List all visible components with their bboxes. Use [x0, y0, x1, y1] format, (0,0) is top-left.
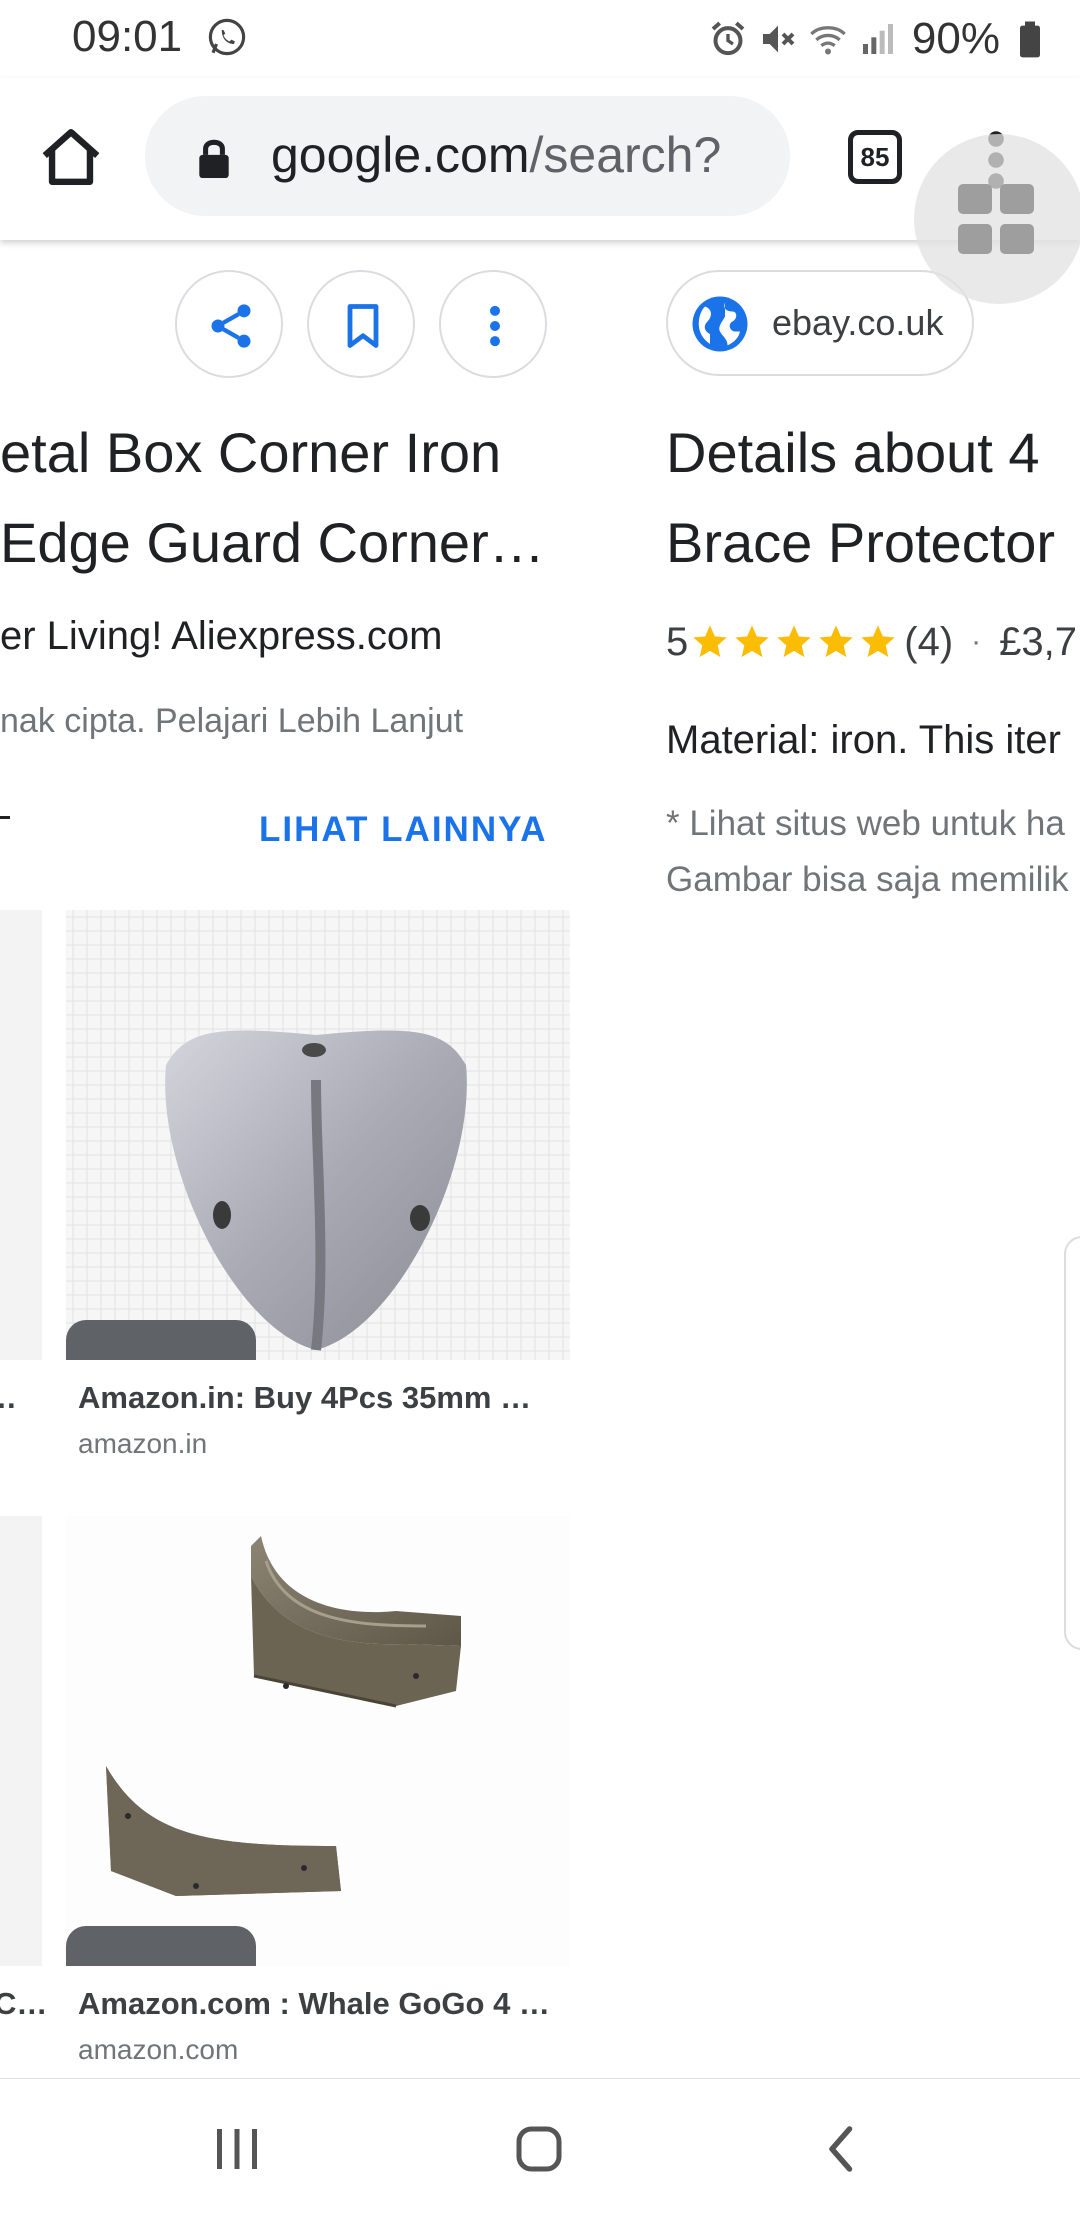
- review-count: (4): [904, 619, 954, 664]
- url-domain: google.com: [271, 127, 530, 183]
- related-title-partial[interactable]: C…: [0, 1986, 47, 2022]
- price: £3,7: [999, 619, 1077, 664]
- related-title[interactable]: Amazon.com : Whale GoGo 4 …: [78, 1986, 550, 2022]
- result-title-line-1[interactable]: Details about 4: [666, 420, 1040, 485]
- result-source[interactable]: er Living! Aliexpress.com: [0, 614, 442, 659]
- result-title-line-2[interactable]: Brace Protector: [666, 510, 1055, 575]
- disclaimer-line-1: * Lihat situs web untuk ha: [666, 804, 1065, 843]
- star-rating: [688, 622, 898, 662]
- apps-grid-square: [958, 224, 992, 254]
- card-menu-button[interactable]: [439, 270, 547, 378]
- star-icon: [735, 625, 769, 657]
- home-nav-icon[interactable]: [509, 2119, 569, 2179]
- result-title-line-2[interactable]: Edge Guard Corner…: [0, 510, 545, 575]
- rating-value: 5: [666, 619, 689, 664]
- floating-apps-button[interactable]: [914, 134, 1080, 304]
- see-more-link[interactable]: LIHAT LAINNYA: [259, 810, 548, 850]
- url-text[interactable]: google.com/search?: [271, 126, 721, 184]
- alarm-icon: [711, 21, 745, 56]
- share-button[interactable]: [175, 270, 283, 378]
- more-options-icon: [490, 305, 500, 347]
- lock-icon: [199, 139, 229, 178]
- apps-grid-square: [1000, 224, 1034, 254]
- battery-icon: [1020, 21, 1040, 58]
- product-badge: [66, 1926, 256, 1966]
- rating-row: 5 (4) · £3,7: [666, 612, 1077, 672]
- apps-grid-square: [1000, 184, 1034, 214]
- star-icon: [819, 625, 853, 657]
- source-chip-ebay[interactable]: ebay.co.uk: [666, 270, 974, 376]
- copyright-note: nak cipta. Pelajari Lebih Lanjut: [0, 702, 464, 740]
- result-description: Material: iron. This iter: [666, 718, 1061, 762]
- result-title-line-1[interactable]: etal Box Corner Iron: [0, 420, 501, 485]
- truncated-text: [0, 816, 10, 819]
- source-label: ebay.co.uk: [772, 302, 944, 343]
- product-badge: [66, 1320, 256, 1360]
- related-image-partial[interactable]: [0, 1516, 42, 1966]
- related-image-brass-corners[interactable]: [66, 1516, 570, 1966]
- signal-icon: [862, 24, 893, 54]
- status-bar: 09:01 90%: [0, 0, 1080, 78]
- system-nav-bar: [0, 2078, 1080, 2220]
- wifi-icon: [810, 26, 846, 55]
- star-icon: [777, 625, 811, 657]
- brass-corners-photo: [106, 1536, 461, 1896]
- disclaimer-line-2: Gambar bisa saja memilik: [666, 860, 1069, 899]
- apps-grid-icon: [958, 184, 992, 214]
- url-path: /search?: [529, 127, 722, 183]
- related-title-partial[interactable]: …: [0, 1380, 17, 1416]
- recent-apps-icon[interactable]: [207, 2119, 267, 2179]
- back-icon[interactable]: [812, 2119, 872, 2179]
- separator: ·: [971, 625, 982, 658]
- related-image-corner-guard[interactable]: [66, 910, 570, 1360]
- related-title[interactable]: Amazon.in: Buy 4Pcs 35mm …: [78, 1380, 531, 1416]
- clock: 09:01: [72, 12, 183, 61]
- address-bar[interactable]: google.com/search?: [145, 96, 790, 216]
- star-icon: [693, 625, 727, 657]
- save-button[interactable]: [307, 270, 415, 378]
- whatsapp-icon: [208, 18, 246, 56]
- next-card-peek[interactable]: [1064, 1236, 1080, 1650]
- share-icon: [211, 304, 251, 348]
- home-icon[interactable]: [36, 122, 106, 192]
- mute-icon: [762, 25, 795, 53]
- corner-guard-photo: [66, 910, 570, 1360]
- globe-icon: [692, 296, 748, 352]
- bookmark-icon: [347, 304, 379, 348]
- related-domain: amazon.com: [78, 2034, 239, 2065]
- related-image-partial[interactable]: [0, 910, 42, 1360]
- tab-switcher-button[interactable]: 85: [848, 130, 902, 184]
- battery-percent: 90%: [911, 14, 1000, 63]
- star-icon: [861, 625, 895, 657]
- related-domain: amazon.in: [78, 1428, 208, 1459]
